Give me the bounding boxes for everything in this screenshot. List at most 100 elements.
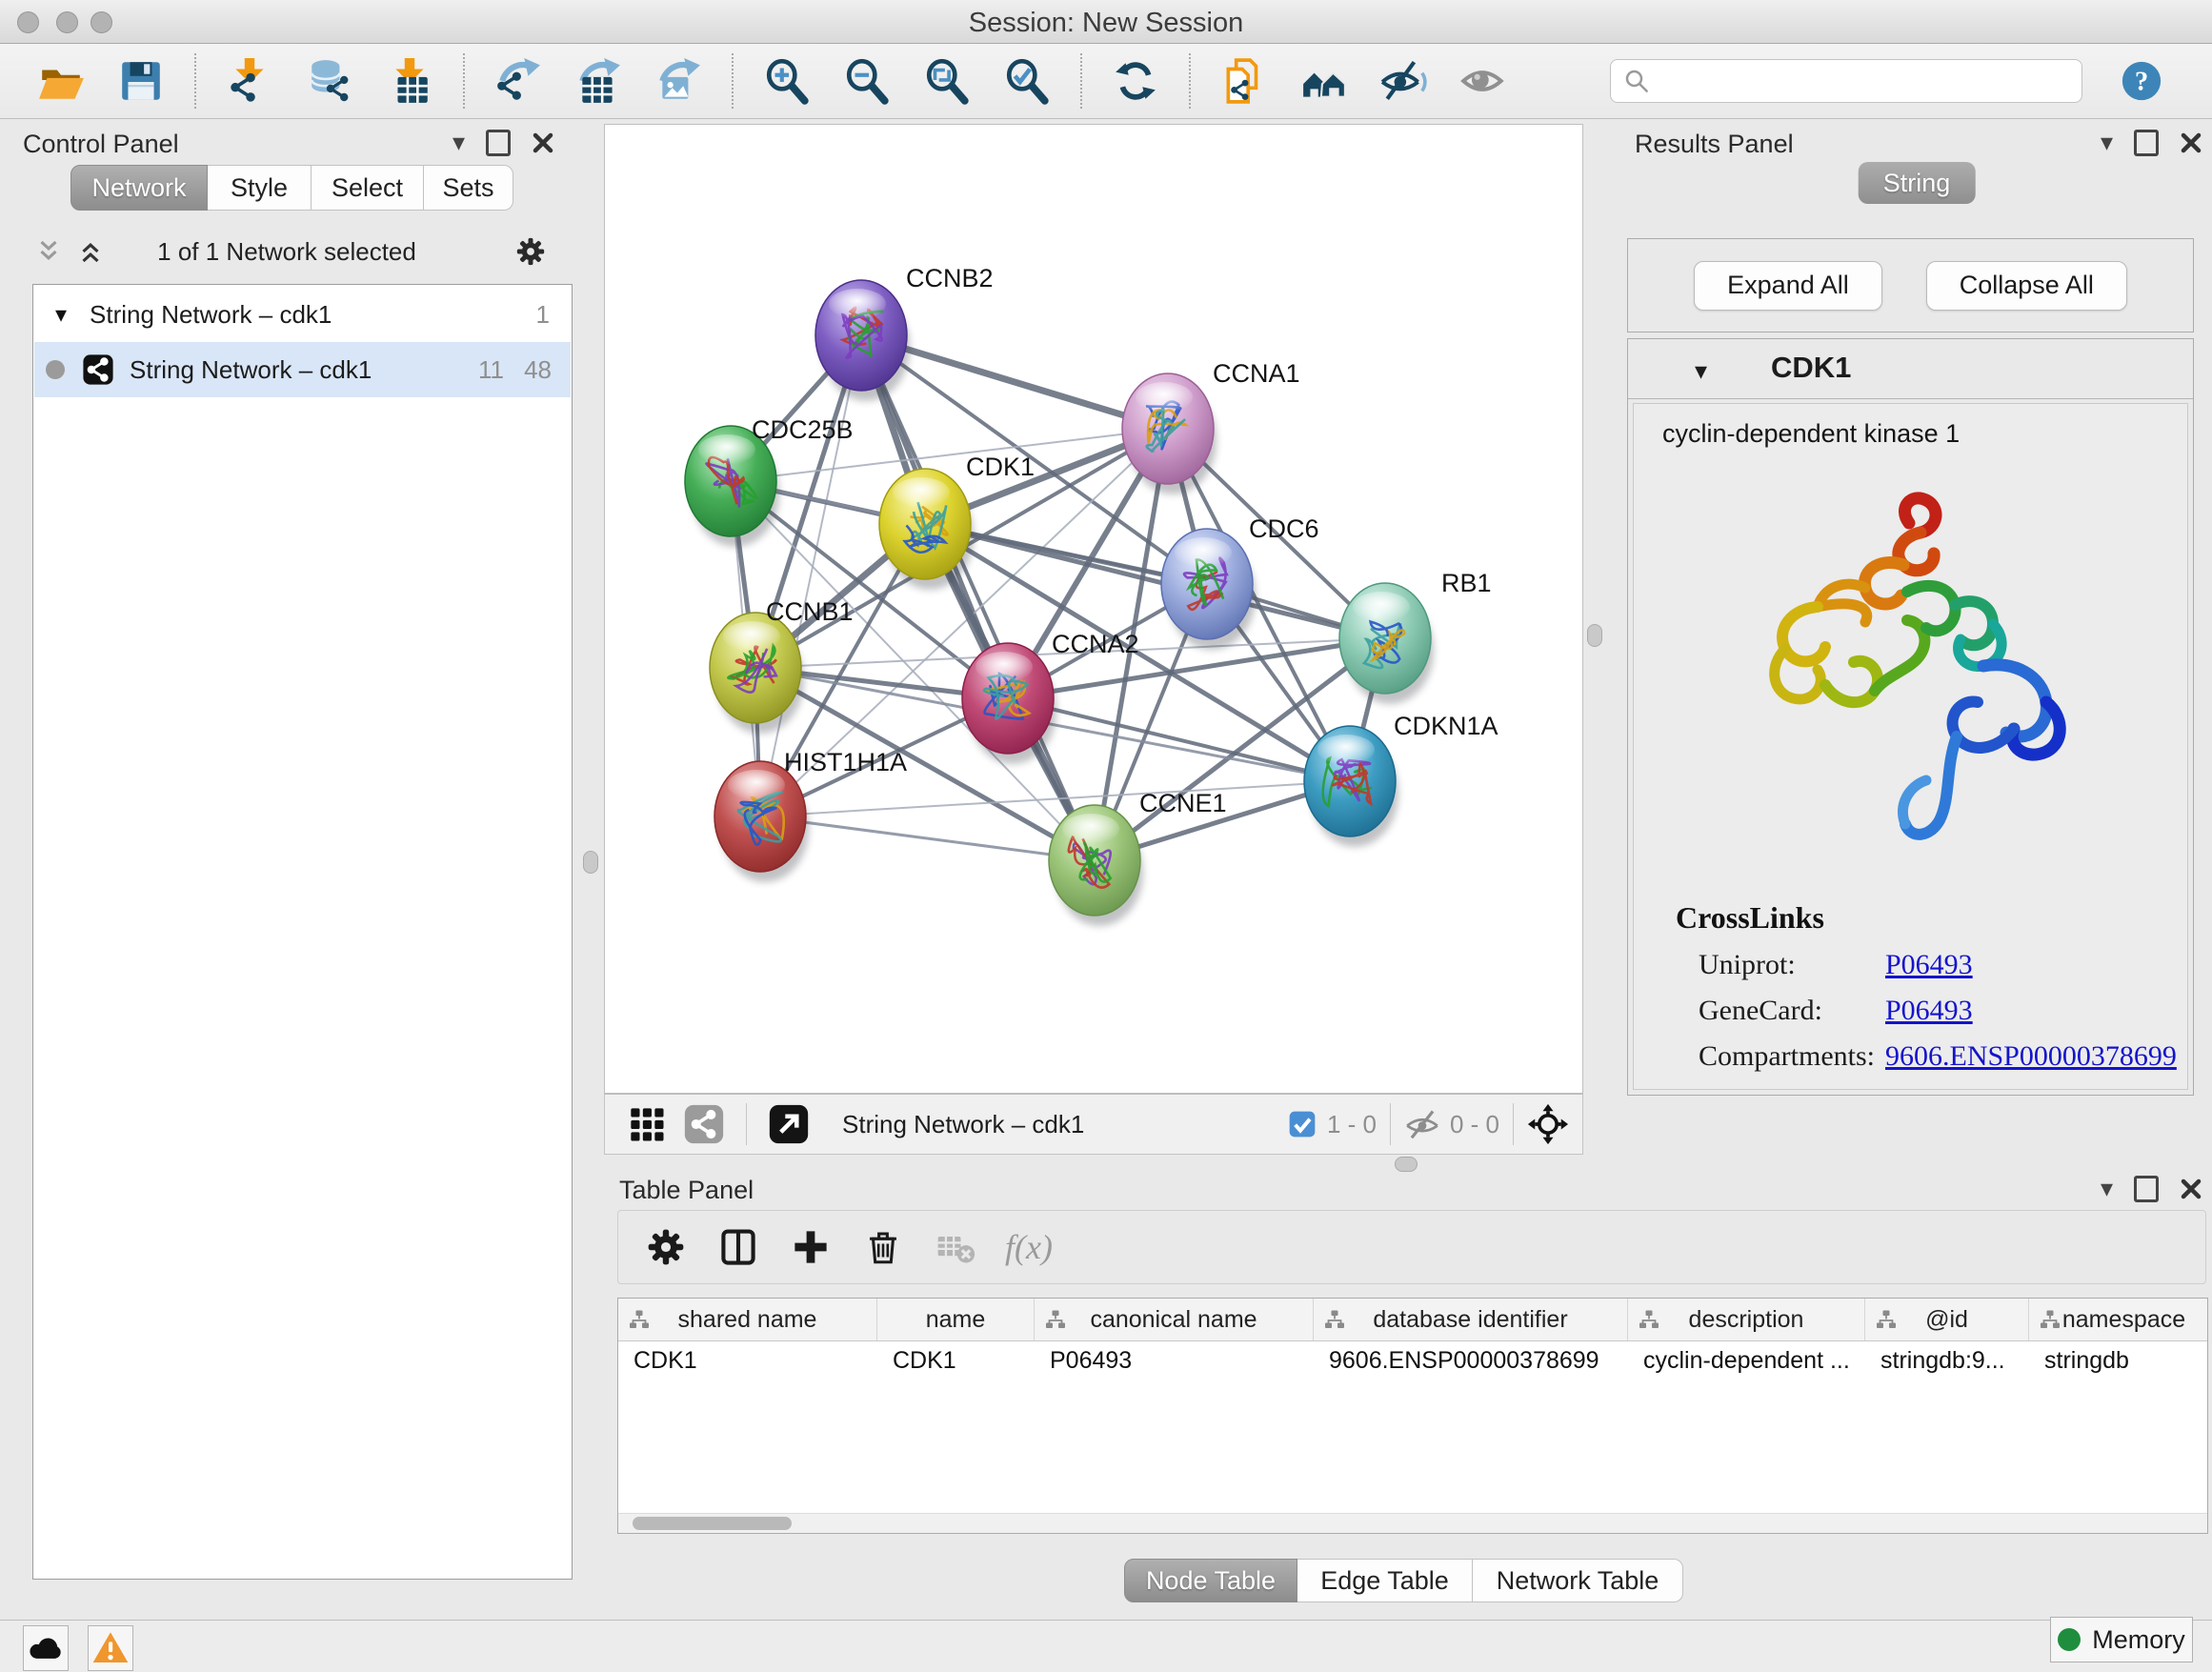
close-panel-icon[interactable]	[2180, 1178, 2202, 1200]
network-node-CDKN1A[interactable]	[1304, 726, 1398, 847]
gene-section-header[interactable]: ▾ CDK1	[1628, 339, 2193, 399]
network-row-selected[interactable]: String Network – cdk1 11 48	[34, 342, 571, 397]
network-node-CDK1[interactable]	[879, 469, 974, 590]
tab-edge-table[interactable]: Edge Table	[1297, 1559, 1473, 1602]
network-node-CCNB2[interactable]	[815, 280, 910, 401]
tab-network-table[interactable]: Network Table	[1473, 1559, 1683, 1602]
network-view-canvas[interactable]: CCNB2CCNA1CDC25BCDK1CDC6RB1CCNB1CCNA2CDK…	[604, 124, 1583, 1094]
home-view-icon[interactable]	[1299, 55, 1349, 107]
node-table[interactable]: shared namenamecanonical namedatabase id…	[617, 1298, 2208, 1534]
tab-string[interactable]: String	[1859, 162, 1976, 204]
open-session-icon[interactable]	[36, 55, 86, 107]
export-network-icon[interactable]	[493, 55, 543, 107]
show-items-icon[interactable]	[1459, 55, 1509, 107]
float-panel-icon[interactable]	[2134, 130, 2159, 156]
table-cell[interactable]: CDK1	[877, 1340, 1035, 1380]
table-cell[interactable]: cyclin-dependent ...	[1628, 1340, 1865, 1380]
splitter-handle-left[interactable]	[583, 851, 598, 874]
table-tabs: Node TableEdge TableNetwork Table	[1124, 1559, 1683, 1602]
zoom-in-icon[interactable]	[762, 55, 812, 107]
column-header-canonical-name[interactable]: canonical name	[1035, 1299, 1314, 1340]
hide-items-icon[interactable]	[1379, 55, 1429, 107]
column-header--id[interactable]: @id	[1865, 1299, 2029, 1340]
collection-caret-icon[interactable]: ▾	[55, 301, 67, 329]
expand-all-button[interactable]: Expand All	[1694, 261, 1882, 311]
column-header-shared-name[interactable]: shared name	[618, 1299, 877, 1340]
table-cell[interactable]: P06493	[1035, 1340, 1314, 1380]
table-options-gear-icon[interactable]	[639, 1220, 693, 1274]
zoom-out-icon[interactable]	[842, 55, 892, 107]
panel-menu-caret-icon[interactable]: ▾	[452, 128, 465, 157]
close-panel-icon[interactable]	[2180, 131, 2202, 154]
create-column-plus-icon[interactable]	[784, 1220, 837, 1274]
zoom-selected-icon[interactable]	[1002, 55, 1052, 107]
panel-menu-caret-icon[interactable]: ▾	[2101, 128, 2113, 157]
crosslink-link[interactable]: 9606.ENSP00000378699	[1885, 1040, 2187, 1073]
network-node-CCNA1[interactable]	[1122, 373, 1217, 494]
window-titlebar: Session: New Session	[0, 0, 2212, 44]
table-cell[interactable]: CDK1	[618, 1340, 877, 1380]
crosslink-link[interactable]: P06493	[1885, 949, 2187, 981]
save-session-icon[interactable]	[116, 55, 166, 107]
table-cell[interactable]: stringdb	[2029, 1340, 2208, 1380]
export-table-icon[interactable]	[573, 55, 623, 107]
network-node-CCNA2[interactable]	[962, 643, 1056, 764]
memory-button[interactable]: Memory	[2050, 1617, 2193, 1662]
float-panel-icon[interactable]	[486, 130, 511, 156]
splitter-handle-right[interactable]	[1587, 624, 1602, 647]
crosslink-link[interactable]: P06493	[1885, 995, 2187, 1027]
tab-network[interactable]: Network	[70, 165, 208, 211]
search-input[interactable]	[1660, 66, 2070, 97]
duplicate-network-icon[interactable]	[1219, 55, 1269, 107]
open-in-new-icon[interactable]	[762, 1098, 815, 1151]
import-database-icon[interactable]	[305, 55, 354, 107]
control-panel-header: Control Panel ▾	[10, 124, 564, 162]
help-button[interactable]: ?	[2117, 55, 2166, 107]
collapse-all-button[interactable]: Collapse All	[1926, 261, 2127, 311]
tab-style[interactable]: Style	[208, 165, 312, 211]
column-header-database-identifier[interactable]: database identifier	[1314, 1299, 1628, 1340]
hscrollbar-thumb[interactable]	[633, 1517, 792, 1530]
fit-content-crosshair-icon[interactable]	[1527, 1103, 1569, 1145]
crosslink-link[interactable]: 9606.ENSP00000378699	[1885, 1086, 2187, 1090]
section-caret-icon[interactable]: ▾	[1695, 356, 1707, 386]
tab-sets[interactable]: Sets	[424, 165, 513, 211]
delete-column-trash-icon[interactable]	[856, 1220, 910, 1274]
column-header-description[interactable]: description	[1628, 1299, 1865, 1340]
hidden-eye-slash-icon[interactable]	[1404, 1106, 1440, 1142]
column-header-namespace[interactable]: namespace	[2029, 1299, 2208, 1340]
network-options-gear-icon[interactable]	[514, 235, 547, 268]
network-node-CDC6[interactable]	[1161, 529, 1256, 650]
import-table-icon[interactable]	[385, 55, 434, 107]
network-collection-row[interactable]: ▾ String Network – cdk1 1	[34, 287, 571, 342]
string-view-icon[interactable]	[677, 1098, 731, 1151]
warning-status-button[interactable]	[88, 1625, 133, 1671]
network-node-HIST1H1A[interactable]	[714, 761, 809, 882]
table-row[interactable]: CDK1CDK1P064939606.ENSP00000378699cyclin…	[618, 1340, 2207, 1380]
column-header-name[interactable]: name	[877, 1299, 1035, 1340]
zoom-fit-icon[interactable]	[922, 55, 972, 107]
selected-checkbox-icon[interactable]	[1287, 1109, 1317, 1139]
network-node-CDC25B[interactable]	[685, 426, 779, 547]
import-network-icon[interactable]	[225, 55, 274, 107]
cloud-status-button[interactable]	[23, 1625, 69, 1671]
network-node-RB1[interactable]	[1339, 583, 1434, 704]
table-cell[interactable]: 9606.ENSP00000378699	[1314, 1340, 1628, 1380]
birds-eye-grid-icon[interactable]	[620, 1098, 674, 1151]
tab-node-table[interactable]: Node Table	[1124, 1559, 1297, 1602]
network-node-CCNB1[interactable]	[710, 613, 804, 734]
table-hscrollbar[interactable]	[618, 1513, 2207, 1533]
expand-all-icon[interactable]	[76, 237, 105, 266]
tab-select[interactable]: Select	[312, 165, 424, 211]
collapse-all-icon[interactable]	[34, 237, 63, 266]
close-panel-icon[interactable]	[532, 131, 554, 154]
show-columns-icon[interactable]	[712, 1220, 765, 1274]
float-panel-icon[interactable]	[2134, 1176, 2159, 1202]
refresh-icon[interactable]	[1111, 55, 1160, 107]
table-cell[interactable]: stringdb:9...	[1865, 1340, 2029, 1380]
panel-menu-caret-icon[interactable]: ▾	[2101, 1174, 2113, 1203]
search-box[interactable]	[1610, 59, 2082, 103]
svg-text:?: ?	[2135, 67, 2148, 97]
export-image-icon[interactable]	[654, 55, 703, 107]
network-node-CCNE1[interactable]	[1049, 805, 1143, 926]
